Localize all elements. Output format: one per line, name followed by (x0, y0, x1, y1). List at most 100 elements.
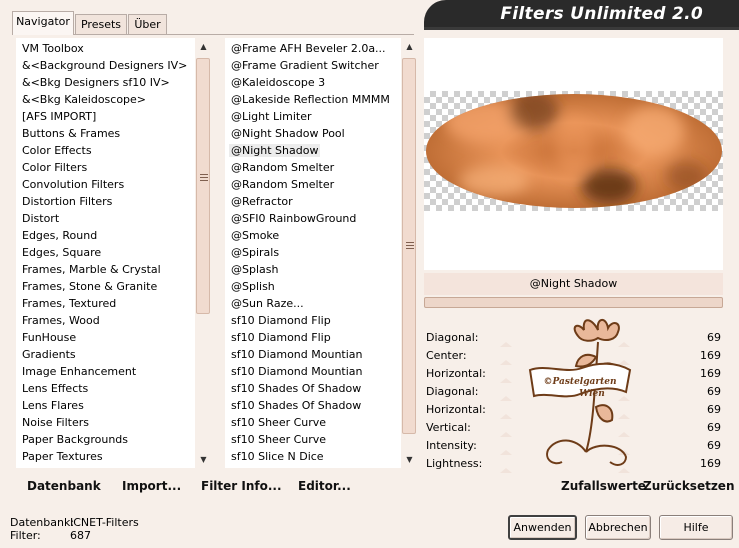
preview-zoom-slider[interactable] (424, 297, 723, 308)
filter-item-label: @Night Shadow Pool (231, 127, 345, 140)
category-item[interactable]: Frames, Wood (16, 312, 194, 329)
cancel-button[interactable]: Abbrechen (585, 515, 651, 540)
reset-button[interactable]: Zurücksetzen (643, 479, 734, 493)
category-item-label: Edges, Round (22, 229, 98, 242)
filter-item[interactable]: @Random Smelter (225, 176, 400, 193)
filter-item[interactable]: @Random Smelter (225, 159, 400, 176)
category-item[interactable]: Noise Filters (16, 414, 194, 431)
category-item[interactable]: Color Filters (16, 159, 194, 176)
category-item[interactable]: FunHouse (16, 329, 194, 346)
category-item[interactable]: Distortion Filters (16, 193, 194, 210)
category-item[interactable]: VM Toolbox (16, 40, 194, 57)
filter-item-label: @SFI0 RainbowGround (231, 212, 357, 225)
filter-item[interactable]: sf10 Diamond Flip (225, 329, 400, 346)
category-scrollbar[interactable]: ▲ ▼ (195, 38, 212, 468)
category-item[interactable]: Edges, Square (16, 244, 194, 261)
filter-item[interactable]: @Kaleidoscope 3 (225, 74, 400, 91)
category-item[interactable]: Gradients (16, 346, 194, 363)
scroll-up-arrow-icon[interactable]: ▲ (195, 38, 212, 55)
import-button[interactable]: Import... (122, 479, 181, 493)
category-item[interactable]: Image Enhancement (16, 363, 194, 380)
filter-item[interactable]: @Splash (225, 261, 400, 278)
database-status-value: ICNET-Filters (70, 516, 139, 529)
category-item[interactable]: Convolution Filters (16, 176, 194, 193)
watermark-line2: Wien (579, 389, 605, 399)
category-list[interactable]: VM Toolbox &<Background Designers IV> &<Bk… (16, 38, 212, 468)
filter-info-button[interactable]: Filter Info... (201, 479, 282, 493)
category-item[interactable]: Frames, Stone & Granite (16, 278, 194, 295)
category-item-label: Frames, Stone & Granite (22, 280, 158, 293)
filter-item[interactable]: sf10 Diamond Mountian (225, 346, 400, 363)
category-items: VM Toolbox &<Background Designers IV> &<Bk… (16, 40, 194, 465)
editor-button[interactable]: Editor... (298, 479, 351, 493)
param-label: Center: (426, 349, 467, 362)
scroll-down-arrow-icon[interactable]: ▼ (195, 451, 212, 468)
filter-item[interactable]: @Night Shadow (225, 142, 400, 159)
filter-item-label: sf10 Shades Of Shadow (231, 382, 362, 395)
filter-item[interactable]: @Frame Gradient Switcher (225, 57, 400, 74)
category-item[interactable]: Color Effects (16, 142, 194, 159)
filter-item[interactable]: @Frame AFH Beveler 2.0a... (225, 40, 400, 57)
filter-item[interactable]: sf10 Sheer Curve (225, 414, 400, 431)
category-item[interactable]: Paper Textures (16, 448, 194, 465)
filter-item-label: @Random Smelter (231, 161, 335, 174)
category-item[interactable]: &<Bkg Designers sf10 IV> (16, 74, 194, 91)
apply-button[interactable]: Anwenden (508, 515, 577, 540)
database-button[interactable]: Datenbank (27, 479, 101, 493)
filter-item[interactable]: @Refractor (225, 193, 400, 210)
category-item[interactable]: &<Background Designers IV> (16, 57, 194, 74)
scroll-up-arrow-icon[interactable]: ▲ (401, 38, 418, 55)
randomize-button[interactable]: Zufallswerte (561, 479, 646, 493)
app-title-banner: Filters Unlimited 2.0 (424, 0, 739, 30)
category-item[interactable]: Lens Effects (16, 380, 194, 397)
tab-about[interactable]: Über (128, 14, 167, 34)
filter-item-label: @Light Limiter (231, 110, 312, 123)
filter-item-label: sf10 Shades Of Shadow (231, 399, 362, 412)
category-item-label: Edges, Square (22, 246, 102, 259)
filter-count-value: 687 (70, 529, 91, 542)
category-item[interactable]: Edges, Round (16, 227, 194, 244)
category-item[interactable]: Lens Flares (16, 397, 194, 414)
filter-item[interactable]: @SFI0 RainbowGround (225, 210, 400, 227)
category-item[interactable]: &<Bkg Kaleidoscope> (16, 91, 194, 108)
filter-item[interactable]: sf10 Slice N Dice (225, 448, 400, 465)
category-item[interactable]: Distort (16, 210, 194, 227)
filter-item[interactable]: @Splish (225, 278, 400, 295)
filter-item[interactable]: @Night Shadow Pool (225, 125, 400, 142)
filter-item-label: sf10 Sheer Curve (231, 416, 327, 429)
filter-scroll-thumb[interactable] (402, 58, 416, 434)
param-label: Vertical: (426, 421, 471, 434)
filter-item-label: sf10 Sheer Curve (231, 433, 327, 446)
scroll-down-arrow-icon[interactable]: ▼ (401, 451, 418, 468)
filter-scrollbar[interactable]: ▲ ▼ (401, 38, 418, 468)
filter-item[interactable]: @Spirals (225, 244, 400, 261)
param-value: 69 (707, 403, 721, 416)
category-scroll-thumb[interactable] (196, 58, 210, 314)
filter-item[interactable]: sf10 Shades Of Shadow (225, 397, 400, 414)
category-item-label: &<Bkg Designers sf10 IV> (22, 76, 170, 89)
filter-item[interactable]: sf10 Diamond Flip (225, 312, 400, 329)
category-item[interactable]: [AFS IMPORT] (16, 108, 194, 125)
filter-list[interactable]: @Frame AFH Beveler 2.0a... @Frame Gradien… (225, 38, 418, 468)
filter-item-label: sf10 Diamond Mountian (231, 348, 363, 361)
filter-item[interactable]: sf10 Diamond Mountian (225, 363, 400, 380)
category-item[interactable]: Buttons & Frames (16, 125, 194, 142)
filter-item-label: @Kaleidoscope 3 (231, 76, 326, 89)
category-item[interactable]: Paper Backgrounds (16, 431, 194, 448)
selected-filter-name: @Night Shadow (424, 273, 723, 295)
filter-item[interactable]: @Sun Raze... (225, 295, 400, 312)
filter-item[interactable]: sf10 Shades Of Shadow (225, 380, 400, 397)
param-label: Diagonal: (426, 331, 479, 344)
filter-item[interactable]: sf10 Sheer Curve (225, 431, 400, 448)
help-button[interactable]: Hilfe (659, 515, 733, 540)
filter-items: @Frame AFH Beveler 2.0a... @Frame Gradien… (225, 40, 400, 465)
category-item[interactable]: Frames, Textured (16, 295, 194, 312)
filter-item[interactable]: @Lakeside Reflection MMMM (225, 91, 400, 108)
category-item[interactable]: Frames, Marble & Crystal (16, 261, 194, 278)
filter-item[interactable]: @Smoke (225, 227, 400, 244)
category-item-label: Frames, Wood (22, 314, 100, 327)
tab-presets[interactable]: Presets (75, 14, 127, 34)
tab-navigator[interactable]: Navigator (12, 11, 74, 35)
filter-item[interactable]: @Light Limiter (225, 108, 400, 125)
param-slider-thumb[interactable] (500, 468, 512, 473)
